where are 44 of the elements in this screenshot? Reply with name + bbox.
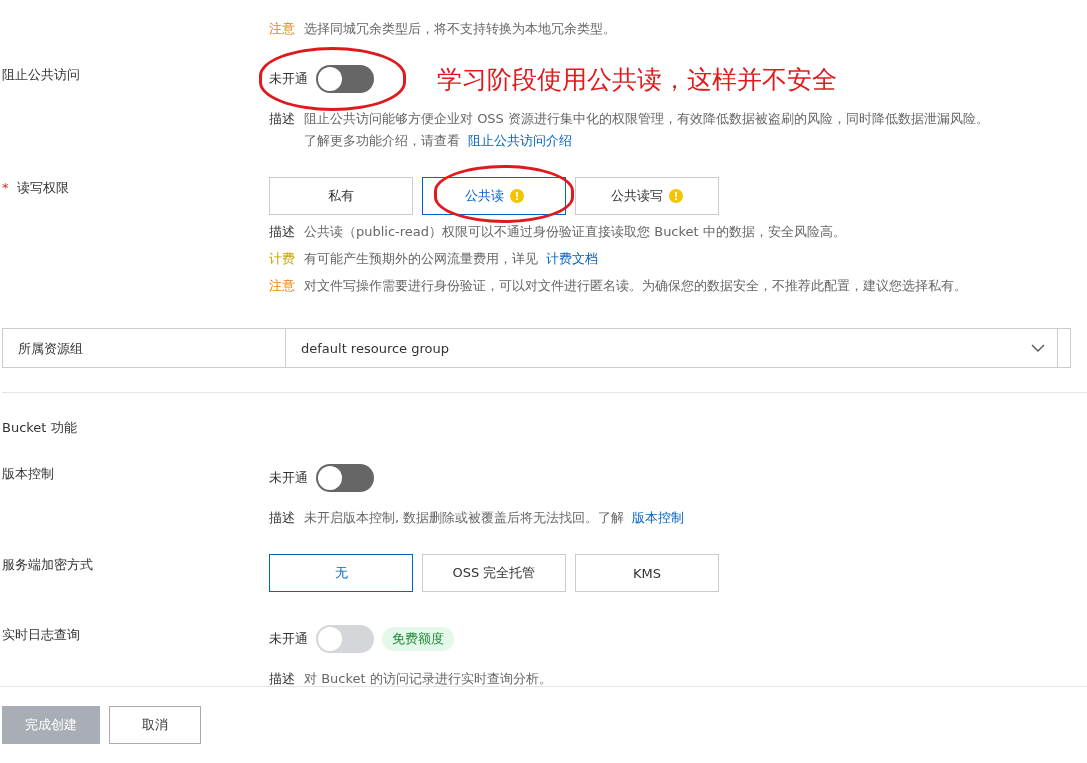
warning-icon xyxy=(509,189,524,203)
doc-link[interactable]: 版本控制 xyxy=(632,510,685,525)
required-mark: * xyxy=(2,180,9,195)
field-label: 所属资源组 xyxy=(18,341,83,356)
note-text: 公共读（public-read）权限可以不通过身份验证直接读取您 Bucket 中的数据，安全风险高。 xyxy=(304,224,846,239)
note-tag: 注意 xyxy=(269,18,295,40)
warning-icon xyxy=(669,189,683,203)
note-text: 对 Bucket 的访问记录进行实时查询分析。 xyxy=(304,671,552,686)
doc-link[interactable]: 阻止公共访问介绍 xyxy=(468,133,573,148)
note-tag: 描述 xyxy=(269,668,295,686)
doc-link[interactable]: 计费文档 xyxy=(546,251,599,266)
chevron-down-icon xyxy=(1031,344,1045,352)
toggle-switch[interactable] xyxy=(316,65,374,93)
option-button[interactable]: 公共读写 xyxy=(575,177,719,215)
toggle-state: 未开通 xyxy=(269,630,308,648)
note-text: 有可能产生预期外的公网流量费用，详见 xyxy=(304,251,538,266)
footer-button[interactable]: 取消 xyxy=(109,706,201,744)
note-text: 未开启版本控制, 数据删除或被覆盖后将无法找回。了解 xyxy=(304,510,625,525)
note-tag: 注意 xyxy=(269,275,295,297)
note-text: 阻止公共访问能够方便企业对 OSS 资源进行集中化的权限管理，有效降低数据被盗刷的风险，同时降低数据泄漏风险。 xyxy=(304,111,989,126)
note-tag: 描述 xyxy=(269,507,295,529)
section-heading: Bucket 功能 xyxy=(2,419,78,437)
field-label: 读写权限 xyxy=(16,180,69,195)
option-button[interactable]: KMS xyxy=(575,554,719,592)
note-text: 选择同城冗余类型后，将不支持转换为本地冗余类型。 xyxy=(304,20,616,38)
toggle-switch[interactable] xyxy=(316,464,374,492)
option-button[interactable]: 无 xyxy=(269,554,413,592)
field-label: 版本控制 xyxy=(2,466,54,481)
field-label: 阻止公共访问 xyxy=(2,67,80,82)
option-button[interactable]: 公共读 xyxy=(422,177,566,215)
annotation-text: 学习阶段使用公共读，这样并不安全 xyxy=(437,63,837,96)
note-text: 对文件写操作需要进行身份验证，可以对文件进行匿名读。为确保您的数据安全，不推荐此配置，建议您选择私有。 xyxy=(304,278,967,293)
note-text: 了解更多功能介绍，请查看 xyxy=(304,133,460,148)
option-button[interactable]: OSS 完全托管 xyxy=(422,554,566,592)
resource-group-select[interactable]: default resource group xyxy=(285,328,1058,368)
note-tag: 计费 xyxy=(269,248,295,270)
field-label: 实时日志查询 xyxy=(2,627,80,642)
field-label: 服务端加密方式 xyxy=(2,557,93,572)
toggle-state: 未开通 xyxy=(269,70,308,88)
free-quota-tag: 免费额度 xyxy=(382,627,454,651)
toggle-state: 未开通 xyxy=(269,469,308,487)
note-tag: 描述 xyxy=(269,108,295,130)
option-button[interactable]: 私有 xyxy=(269,177,413,215)
note-tag: 描述 xyxy=(269,221,295,243)
